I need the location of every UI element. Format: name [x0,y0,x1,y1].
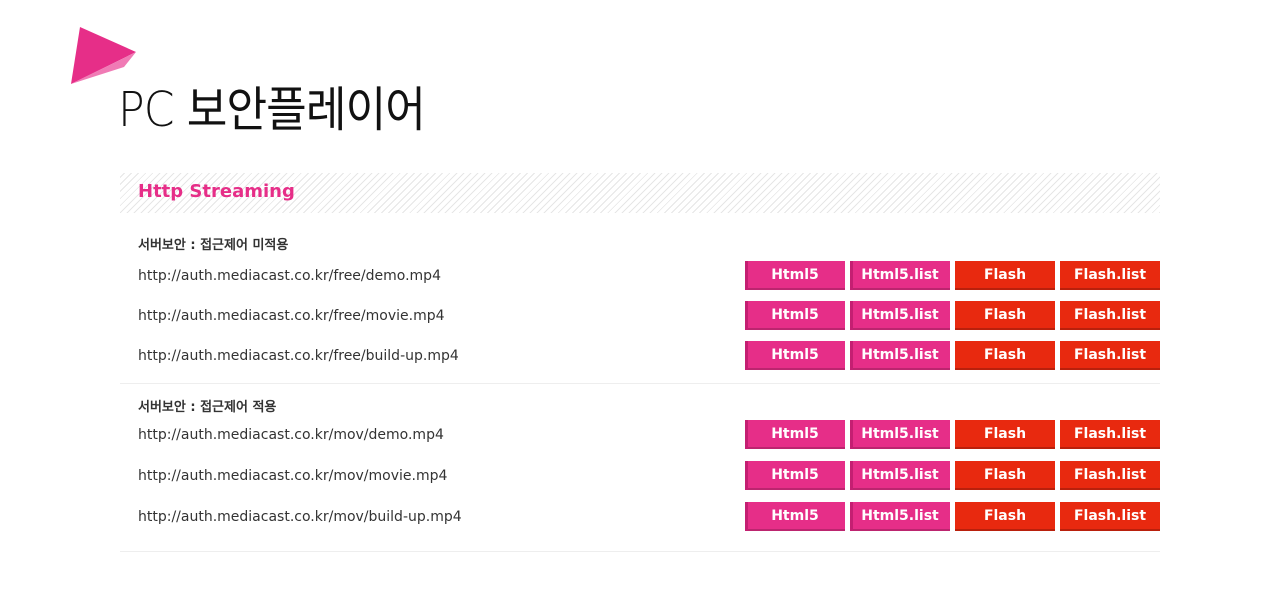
html5-list-button[interactable]: Html5.list [850,301,950,330]
triangle-logo-icon [71,27,136,84]
html5-list-button[interactable]: Html5.list [850,502,950,531]
flash-button[interactable]: Flash [955,301,1055,330]
group-label: 서버보안 : 접근제어 적용 [138,400,277,415]
stream-group-no-access-control: 서버보안 : 접근제어 미적용 http://auth.mediacast.co… [120,228,1160,384]
group-label: 서버보안 : 접근제어 미적용 [138,238,289,253]
html5-button[interactable]: Html5 [745,301,845,330]
html5-list-button[interactable]: Html5.list [850,420,950,449]
stream-row: http://auth.mediacast.co.kr/free/movie.m… [120,301,1160,331]
section-header: Http Streaming [120,173,1160,213]
page-title: PC 보안플레이어 [118,82,426,138]
stream-url: http://auth.mediacast.co.kr/free/build-u… [138,348,459,364]
flash-button[interactable]: Flash [955,420,1055,449]
html5-button[interactable]: Html5 [745,420,845,449]
stream-row: http://auth.mediacast.co.kr/mov/movie.mp… [120,461,1160,491]
section-title: Http Streaming [138,181,295,202]
flash-list-button[interactable]: Flash.list [1060,502,1160,531]
stream-url: http://auth.mediacast.co.kr/mov/demo.mp4 [138,427,444,443]
stream-row: http://auth.mediacast.co.kr/free/build-u… [120,341,1160,371]
stream-url: http://auth.mediacast.co.kr/mov/build-up… [138,509,462,525]
flash-list-button[interactable]: Flash.list [1060,420,1160,449]
flash-list-button[interactable]: Flash.list [1060,461,1160,490]
flash-button[interactable]: Flash [955,341,1055,370]
flash-button[interactable]: Flash [955,461,1055,490]
stream-row: http://auth.mediacast.co.kr/mov/build-up… [120,502,1160,532]
html5-button[interactable]: Html5 [745,461,845,490]
flash-list-button[interactable]: Flash.list [1060,261,1160,290]
stream-group-access-control: 서버보안 : 접근제어 적용 http://auth.mediacast.co.… [120,384,1160,552]
html5-button[interactable]: Html5 [745,261,845,290]
stream-url: http://auth.mediacast.co.kr/mov/movie.mp… [138,468,448,484]
stream-row: http://auth.mediacast.co.kr/mov/demo.mp4… [120,420,1160,450]
html5-list-button[interactable]: Html5.list [850,261,950,290]
stream-url: http://auth.mediacast.co.kr/free/movie.m… [138,308,445,324]
html5-button[interactable]: Html5 [745,341,845,370]
flash-button[interactable]: Flash [955,502,1055,531]
stream-url: http://auth.mediacast.co.kr/free/demo.mp… [138,268,441,284]
html5-button[interactable]: Html5 [745,502,845,531]
flash-list-button[interactable]: Flash.list [1060,341,1160,370]
html5-list-button[interactable]: Html5.list [850,461,950,490]
html5-list-button[interactable]: Html5.list [850,341,950,370]
stream-row: http://auth.mediacast.co.kr/free/demo.mp… [120,261,1160,291]
flash-button[interactable]: Flash [955,261,1055,290]
flash-list-button[interactable]: Flash.list [1060,301,1160,330]
